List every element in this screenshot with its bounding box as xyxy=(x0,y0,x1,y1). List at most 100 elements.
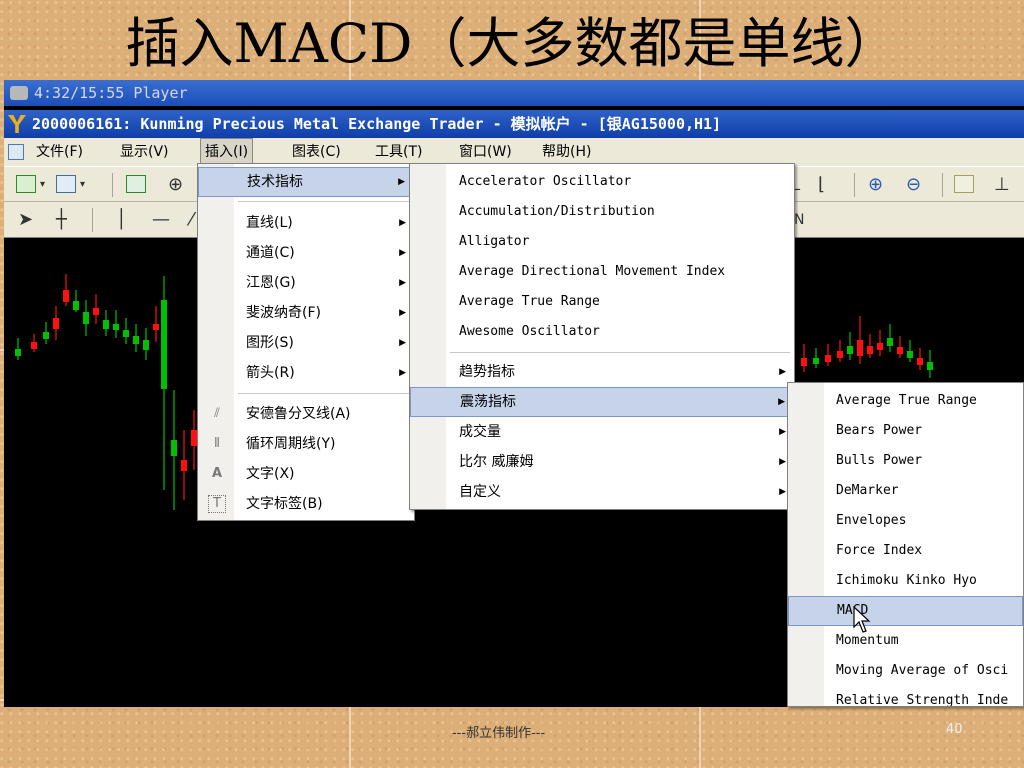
menu-help[interactable]: 帮助(H) xyxy=(538,138,595,166)
menu-charts[interactable]: 图表(C) xyxy=(288,138,345,166)
menu-insert[interactable]: 插入(I) xyxy=(200,138,254,166)
indicator-group-volumes[interactable]: 成交量 ▶ xyxy=(410,417,794,447)
candle-body xyxy=(181,460,187,471)
oscillator-bulls-power[interactable]: Bulls Power xyxy=(788,446,1023,476)
profiles-dropdown-icon[interactable]: ▾ xyxy=(80,170,85,200)
submenu-arrow-icon: ▶ xyxy=(399,308,406,318)
candle-body xyxy=(161,300,167,389)
oscillator-macd[interactable]: MACD xyxy=(788,596,1023,626)
crosshair-icon[interactable]: ┼ xyxy=(56,205,67,235)
auto-scroll-icon[interactable]: ⌊ xyxy=(818,170,825,200)
candle-body xyxy=(143,340,149,350)
oscillator-rsi[interactable]: Relative Strength Inde xyxy=(788,686,1023,706)
y-logo-icon xyxy=(8,115,26,133)
candle-body xyxy=(43,332,49,339)
indicator-average-true-range[interactable]: Average True Range xyxy=(410,287,794,317)
candle-body xyxy=(153,324,159,330)
indicator-awesome-oscillator[interactable]: Awesome Oscillator xyxy=(410,317,794,347)
chart-window-icon[interactable] xyxy=(8,144,24,160)
candle-body xyxy=(907,351,913,358)
candle-body xyxy=(15,349,21,356)
new-chart-icon[interactable] xyxy=(16,175,36,193)
candle-body xyxy=(847,346,853,354)
app-title-bar[interactable]: 2000006161: Kunming Precious Metal Excha… xyxy=(4,110,1024,138)
indicator-accumulation-distribution[interactable]: Accumulation/Distribution xyxy=(410,197,794,227)
menu-file[interactable]: 文件(F) xyxy=(32,138,87,166)
submenu-arrow-icon: ▶ xyxy=(399,368,406,378)
oscillator-envelopes[interactable]: Envelopes xyxy=(788,506,1023,536)
candle-body xyxy=(73,301,79,310)
new-chart-dropdown-icon[interactable]: ▾ xyxy=(40,170,45,200)
profiles-icon[interactable] xyxy=(56,175,76,193)
mouse-pointer-icon xyxy=(853,606,871,633)
insert-item-text-label[interactable]: T 文字标签(B) xyxy=(198,489,414,519)
insert-item-channels[interactable]: 通道(C) ▶ xyxy=(198,238,414,268)
candle-body xyxy=(867,346,873,354)
candle-body xyxy=(113,324,119,330)
insert-item-cycle-lines[interactable]: ⦀ 循环周期线(Y) xyxy=(198,429,414,459)
candle-body xyxy=(813,358,819,364)
line-chart-icon[interactable]: ⊥ xyxy=(994,170,1010,200)
submenu-arrow-icon: ▶ xyxy=(399,248,406,258)
insert-item-andrews-pitchfork[interactable]: ⫽ 安德鲁分叉线(A) xyxy=(198,399,414,429)
insert-item-arrows[interactable]: 箭头(R) ▶ xyxy=(198,358,414,388)
indicator-admi[interactable]: Average Directional Movement Index xyxy=(410,257,794,287)
oscillator-force-index[interactable]: Force Index xyxy=(788,536,1023,566)
oscillator-average-true-range[interactable]: Average True Range xyxy=(788,386,1023,416)
insert-item-shapes[interactable]: 图形(S) ▶ xyxy=(198,328,414,358)
player-title-bar: 4:32/15:55 Player xyxy=(4,80,1024,106)
slide-footer: ---郝立伟制作--- 40 xyxy=(0,722,1024,744)
candle-body xyxy=(53,318,59,329)
submenu-arrow-icon: ▶ xyxy=(399,338,406,348)
candle-body xyxy=(93,308,99,315)
indicator-alligator[interactable]: Alligator xyxy=(410,227,794,257)
oscillator-ichimoku[interactable]: Ichimoku Kinko Hyo xyxy=(788,566,1023,596)
insert-item-lines[interactable]: 直线(L) ▶ xyxy=(198,208,414,238)
candle-body xyxy=(31,342,37,349)
insert-item-text[interactable]: A 文字(X) xyxy=(198,459,414,489)
slide-title: 插入MACD（大多数都是单线） xyxy=(125,12,899,75)
candle-body xyxy=(877,343,883,350)
trendline-icon[interactable]: ⁄ xyxy=(190,205,193,235)
oscillator-momentum[interactable]: Momentum xyxy=(788,626,1023,656)
candle-body xyxy=(927,362,933,370)
app-title: 2000006161: Kunming Precious Metal Excha… xyxy=(32,115,722,133)
menu-tools[interactable]: 工具(T) xyxy=(371,138,426,166)
navigator-icon[interactable]: ⊕ xyxy=(168,170,183,200)
oscillator-demarker[interactable]: DeMarker xyxy=(788,476,1023,506)
zoom-in-icon[interactable]: ⊕ xyxy=(868,170,883,200)
player-title: 4:32/15:55 Player xyxy=(34,84,188,102)
insert-item-indicators[interactable]: 技术指标 ▶ xyxy=(198,167,414,197)
candle-body xyxy=(123,330,129,337)
menu-window[interactable]: 窗口(W) xyxy=(455,138,516,166)
candle-body xyxy=(917,358,923,365)
indicator-group-bill-williams[interactable]: 比尔 威廉姆 ▶ xyxy=(410,447,794,477)
horizontal-line-icon[interactable]: — xyxy=(152,205,170,235)
vertical-line-icon[interactable]: │ xyxy=(116,205,127,235)
candle-body xyxy=(857,340,863,356)
indicator-group-oscillators[interactable]: 震荡指标 ▶ xyxy=(410,387,794,417)
menu-bar: 文件(F) 显示(V) 插入(I) 图表(C) 工具(T) 窗口(W) 帮助(H… xyxy=(4,138,1024,166)
menu-view[interactable]: 显示(V) xyxy=(116,138,173,166)
insert-menu: 技术指标 ▶ 直线(L) ▶ 通道(C) ▶ 江恩(G) ▶ 斐波纳奇(F) ▶… xyxy=(197,163,415,521)
indicator-group-trend[interactable]: 趋势指标 ▶ xyxy=(410,357,794,387)
submenu-arrow-icon: ▶ xyxy=(779,487,786,497)
candle-body xyxy=(103,320,109,329)
indicator-group-custom[interactable]: 自定义 ▶ xyxy=(410,477,794,507)
cursor-arrow-icon[interactable]: ➤ xyxy=(18,205,33,235)
oscillator-bears-power[interactable]: Bears Power xyxy=(788,416,1023,446)
submenu-arrow-icon: ▶ xyxy=(778,397,785,407)
market-watch-icon[interactable] xyxy=(126,175,146,193)
candle-body xyxy=(63,290,69,302)
zoom-out-icon[interactable]: ⊖ xyxy=(906,170,921,200)
timeframe-label[interactable]: N xyxy=(794,205,804,235)
text-label-icon: T xyxy=(208,495,226,513)
insert-item-fibonacci[interactable]: 斐波纳奇(F) ▶ xyxy=(198,298,414,328)
text-icon: A xyxy=(211,466,223,481)
indicator-accelerator-oscillator[interactable]: Accelerator Oscillator xyxy=(410,167,794,197)
period-separator-icon[interactable] xyxy=(954,175,974,193)
candle-body xyxy=(837,351,843,358)
insert-item-gann[interactable]: 江恩(G) ▶ xyxy=(198,268,414,298)
oscillator-moving-average-of-oscillator[interactable]: Moving Average of Osci xyxy=(788,656,1023,686)
candle-body xyxy=(171,440,177,456)
